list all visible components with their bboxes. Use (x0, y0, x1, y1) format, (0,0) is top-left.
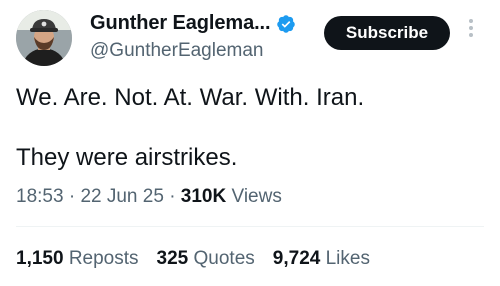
divider (16, 226, 484, 227)
author-handle[interactable]: @GuntherEagleman (90, 40, 264, 62)
likes-stat[interactable]: 9,724 Likes (273, 248, 370, 270)
tweet-text-line-2: They were airstrikes. (16, 144, 238, 171)
reposts-count: 1,150 (16, 248, 64, 269)
quotes-stat[interactable]: 325 Quotes (157, 248, 255, 270)
avatar-photo-icon (16, 10, 72, 66)
author-display-name[interactable]: Gunther Eaglema... (90, 12, 271, 35)
tweet-card: Gunther Eaglema... @GuntherEagleman Subs… (0, 0, 500, 286)
verified-badge-icon[interactable] (276, 14, 296, 34)
engagement-stats: 1,150 Reposts 325 Quotes 9,724 Likes (16, 248, 370, 270)
views-label: Views (231, 186, 282, 207)
tweet-text-line-1: We. Are. Not. At. War. With. Iran. (16, 84, 365, 111)
likes-count: 9,724 (272, 248, 321, 269)
reposts-label: Reposts (68, 248, 139, 269)
views-count: 310K (180, 186, 227, 207)
tweet-meta: 18:53 · 22 Jun 25 · 310K Views (16, 186, 282, 208)
meta-separator: · (68, 186, 76, 207)
subscribe-button[interactable]: Subscribe (324, 16, 450, 50)
author-name-row: Gunther Eaglema... (90, 12, 296, 35)
likes-label: Likes (325, 248, 370, 269)
tweet-time[interactable]: 18:53 (16, 186, 64, 207)
avatar[interactable] (16, 10, 72, 66)
quotes-count: 325 (156, 248, 189, 269)
meta-separator: · (169, 186, 176, 207)
tweet-date[interactable]: 22 Jun 25 (80, 186, 163, 207)
more-vertical-icon[interactable] (464, 14, 478, 42)
quotes-label: Quotes (193, 248, 255, 269)
reposts-stat[interactable]: 1,150 Reposts (16, 248, 139, 270)
